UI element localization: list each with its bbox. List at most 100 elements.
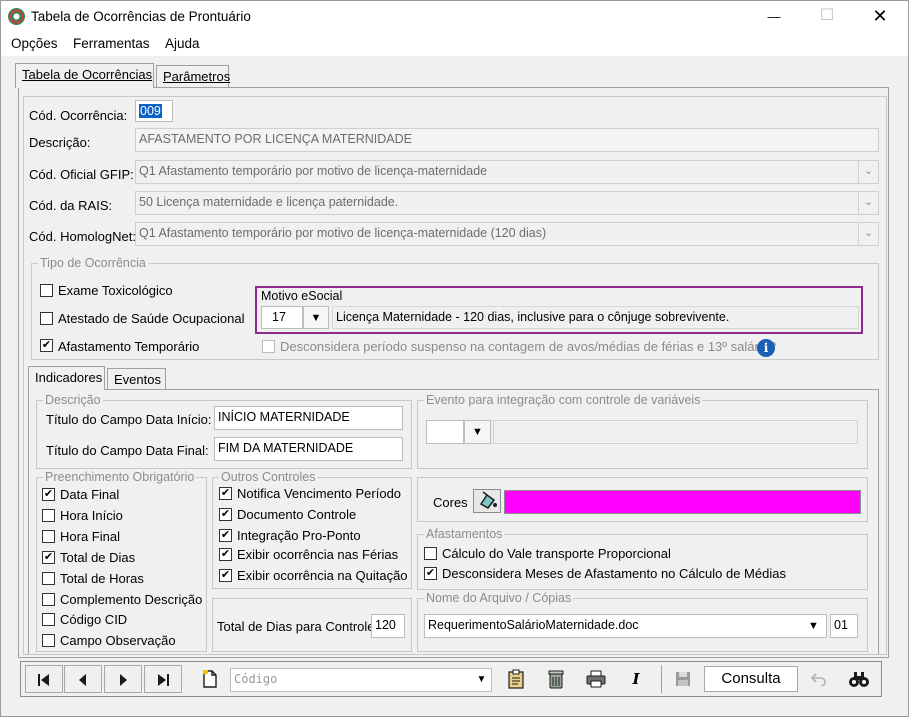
homolognet-chevron-down-icon[interactable]: ⌄	[858, 223, 878, 245]
info-icon[interactable]: i	[757, 339, 775, 357]
close-button[interactable]: ✕	[857, 1, 903, 31]
tab-indicadores[interactable]: Indicadores	[28, 366, 105, 390]
evento-description	[493, 420, 858, 444]
desconsidera-periodo-checkbox[interactable]	[262, 340, 275, 353]
minimize-button[interactable]: —	[751, 2, 797, 32]
rais-label: Cód. da RAIS:	[29, 198, 113, 213]
motivo-description: Licença Maternidade - 120 dias, inclusiv…	[332, 306, 859, 329]
vale-transporte-label: Cálculo do Vale transporte Proporcional	[442, 546, 671, 561]
color-picker-button[interactable]	[473, 489, 501, 513]
tab-tabela-ocorrencias[interactable]: Tabela de Ocorrências	[15, 63, 154, 88]
motivo-code-value: 17	[272, 310, 286, 324]
campo-observacao-checkbox[interactable]	[42, 634, 55, 647]
arquivo-value: RequerimentoSalárioMaternidade.doc	[428, 618, 639, 632]
first-record-button[interactable]	[25, 665, 63, 693]
hora-final-check-label: Hora Final	[60, 529, 120, 544]
menu-ajuda[interactable]: Ajuda	[165, 36, 200, 51]
prev-record-icon	[79, 674, 86, 686]
window-title: Tabela de Ocorrências de Prontuário	[31, 9, 251, 24]
new-record-button[interactable]	[195, 665, 225, 693]
cod-ocorrencia-input[interactable]: 009	[135, 100, 173, 122]
clipboard-button[interactable]	[501, 665, 531, 693]
evento-code-input[interactable]	[426, 420, 464, 444]
last-record-button[interactable]	[144, 665, 182, 693]
data-final-input[interactable]: FIM DA MATERNIDADE	[214, 437, 403, 461]
preenchimento-title: Preenchimento Obrigatório	[43, 470, 197, 484]
total-dias-check-label: Total de Dias	[60, 550, 136, 565]
italic-button[interactable]: I	[621, 665, 651, 693]
binoculars-icon	[849, 672, 869, 687]
total-dias-input[interactable]: 120	[371, 614, 405, 638]
data-final-check-label: Data Final	[60, 487, 120, 502]
gfip-select[interactable]: Q1 Afastamento temporário por motivo de …	[135, 160, 879, 184]
last-record-icon	[158, 674, 169, 686]
search-button[interactable]	[843, 665, 875, 693]
menu-opcoes-label: Opções	[11, 36, 58, 51]
notifica-vencimento-checkbox[interactable]: ✔	[219, 487, 232, 500]
exibir-ferias-checkbox[interactable]: ✔	[219, 548, 232, 561]
print-button[interactable]	[581, 665, 611, 693]
documento-controle-checkbox[interactable]: ✔	[219, 508, 232, 521]
data-inicio-input[interactable]: INÍCIO MATERNIDADE	[214, 406, 403, 430]
cod-ocorrencia-value: 009	[139, 104, 162, 118]
motivo-dropdown-button[interactable]: ▼	[303, 306, 329, 329]
total-horas-check-label: Total de Horas	[60, 571, 144, 586]
delete-button[interactable]	[541, 665, 571, 693]
exame-toxicologico-checkbox[interactable]	[40, 284, 53, 297]
total-dias-checkbox[interactable]: ✔	[42, 551, 55, 564]
exibir-quitacao-checkbox[interactable]: ✔	[219, 569, 232, 582]
menu-ferramentas[interactable]: Ferramentas	[73, 36, 150, 51]
codigo-search-input[interactable]: Código	[230, 668, 492, 692]
motivo-code-input[interactable]: 17	[261, 306, 303, 329]
maximize-button[interactable]: ☐	[804, 1, 850, 31]
color-preview	[504, 490, 861, 514]
total-horas-checkbox[interactable]	[42, 572, 55, 585]
tab-indicadores-label: Indicadores	[35, 370, 103, 385]
prev-record-button[interactable]	[64, 665, 102, 693]
title-bar: Tabela de Ocorrências de Prontuário — ☐ …	[1, 1, 908, 32]
complemento-descricao-checkbox[interactable]	[42, 593, 55, 606]
afastamentos-group	[417, 534, 868, 590]
hora-inicio-checkbox[interactable]	[42, 509, 55, 522]
evento-dropdown-button[interactable]: ▼	[464, 420, 491, 444]
tab-parametros[interactable]: Parâmetros	[156, 65, 231, 87]
menu-ajuda-label: Ajuda	[165, 36, 200, 51]
exibir-ferias-label: Exibir ocorrência nas Férias	[237, 547, 399, 562]
undo-button[interactable]	[804, 665, 834, 693]
descricao-input[interactable]: AFASTAMENTO POR LICENÇA MATERNIDADE	[135, 128, 879, 152]
arquivo-select[interactable]: RequerimentoSalárioMaternidade.doc	[424, 614, 827, 638]
gfip-value: Q1 Afastamento temporário por motivo de …	[139, 164, 488, 178]
copias-input[interactable]: 01	[830, 614, 858, 638]
tab-tabela-label: Tabela de Ocorrências	[22, 67, 153, 82]
gfip-chevron-down-icon[interactable]: ⌄	[858, 161, 878, 183]
arquivo-dropdown-button[interactable]: ▼	[801, 615, 826, 637]
rais-chevron-down-icon[interactable]: ⌄	[858, 192, 878, 214]
integracao-pro-ponto-checkbox[interactable]: ✔	[219, 529, 232, 542]
first-record-icon	[38, 674, 49, 686]
afastamento-temporario-checkbox[interactable]: ✔	[40, 339, 53, 352]
codigo-cid-checkbox[interactable]	[42, 613, 55, 626]
hora-final-checkbox[interactable]	[42, 530, 55, 543]
save-button[interactable]	[668, 665, 698, 693]
desconsidera-meses-checkbox[interactable]: ✔	[424, 567, 437, 580]
tab-eventos[interactable]: Eventos	[107, 368, 166, 390]
printer-icon	[586, 670, 606, 688]
atestado-saude-checkbox[interactable]	[40, 312, 53, 325]
tab-parametros-label: Parâmetros	[163, 69, 231, 84]
codigo-cid-check-label: Código CID	[60, 612, 128, 627]
next-record-button[interactable]	[104, 665, 142, 693]
afastamento-temporario-label: Afastamento Temporário	[58, 339, 200, 354]
arquivo-title: Nome do Arquivo / Cópias	[424, 591, 574, 605]
vale-transporte-checkbox[interactable]	[424, 547, 437, 560]
data-final-checkbox[interactable]: ✔	[42, 488, 55, 501]
exame-toxicologico-label: Exame Toxicológico	[58, 283, 173, 298]
menu-opcoes[interactable]: Opções	[11, 36, 58, 51]
outros-controles-title: Outros Controles	[219, 470, 318, 484]
homolognet-select[interactable]: Q1 Afastamento temporário por motivo de …	[135, 222, 879, 246]
tab-eventos-label: Eventos	[114, 372, 161, 387]
consulta-button[interactable]: Consulta	[704, 666, 798, 692]
rais-select[interactable]: 50 Licença maternidade e licença paterni…	[135, 191, 879, 215]
toolbar-separator	[661, 665, 662, 693]
codigo-dropdown-button[interactable]: ▼	[472, 669, 491, 691]
next-record-icon	[120, 674, 127, 686]
